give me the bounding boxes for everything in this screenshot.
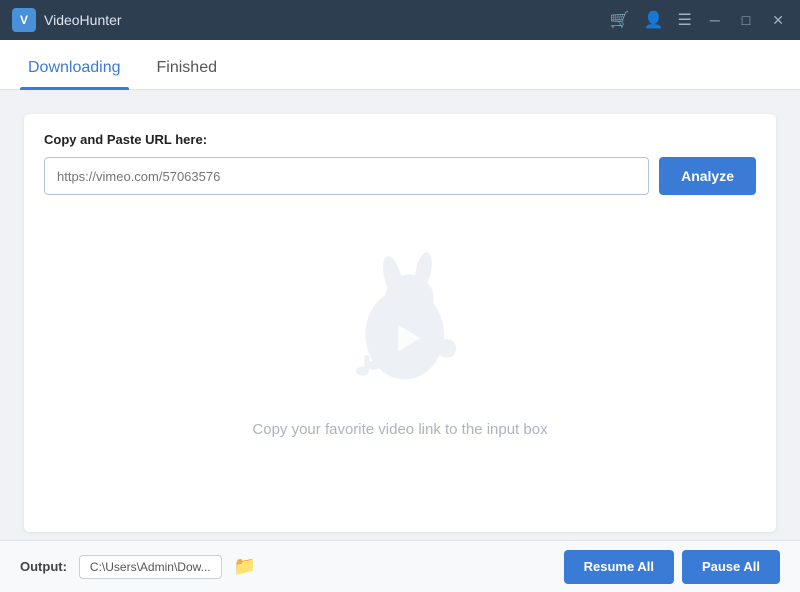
- app-title: VideoHunter: [44, 12, 122, 28]
- maximize-button[interactable]: □: [738, 10, 754, 30]
- url-label: Copy and Paste URL here:: [44, 132, 756, 147]
- title-bar-controls: 🛒 👤 ☰ ─ □ ✕: [610, 10, 788, 31]
- output-label: Output:: [20, 559, 67, 574]
- cart-icon[interactable]: 🛒: [610, 10, 630, 30]
- tab-downloading[interactable]: Downloading: [20, 59, 129, 89]
- folder-icon[interactable]: 📁: [234, 556, 256, 577]
- close-button[interactable]: ✕: [768, 10, 788, 31]
- url-input[interactable]: [44, 157, 649, 195]
- tab-finished[interactable]: Finished: [149, 59, 225, 89]
- empty-icon: [320, 245, 480, 405]
- output-path: C:\Users\Admin\Dow...: [79, 555, 222, 579]
- menu-icon[interactable]: ☰: [678, 10, 692, 30]
- user-icon[interactable]: 👤: [644, 10, 664, 30]
- title-bar-left: V VideoHunter: [12, 8, 122, 32]
- title-bar: V VideoHunter 🛒 👤 ☰ ─ □ ✕: [0, 0, 800, 40]
- url-row: Analyze: [44, 157, 756, 195]
- main-content: Copy and Paste URL here: Analyze: [24, 114, 776, 532]
- app-logo: V: [12, 8, 36, 32]
- empty-state: Copy your favorite video link to the inp…: [44, 225, 756, 458]
- minimize-button[interactable]: ─: [706, 10, 724, 30]
- tabs-bar: Downloading Finished: [0, 40, 800, 90]
- resume-all-button[interactable]: Resume All: [564, 550, 674, 584]
- analyze-button[interactable]: Analyze: [659, 157, 756, 195]
- bottom-bar: Output: C:\Users\Admin\Dow... 📁 Resume A…: [0, 540, 800, 592]
- pause-all-button[interactable]: Pause All: [682, 550, 780, 584]
- empty-state-text: Copy your favorite video link to the inp…: [252, 421, 547, 438]
